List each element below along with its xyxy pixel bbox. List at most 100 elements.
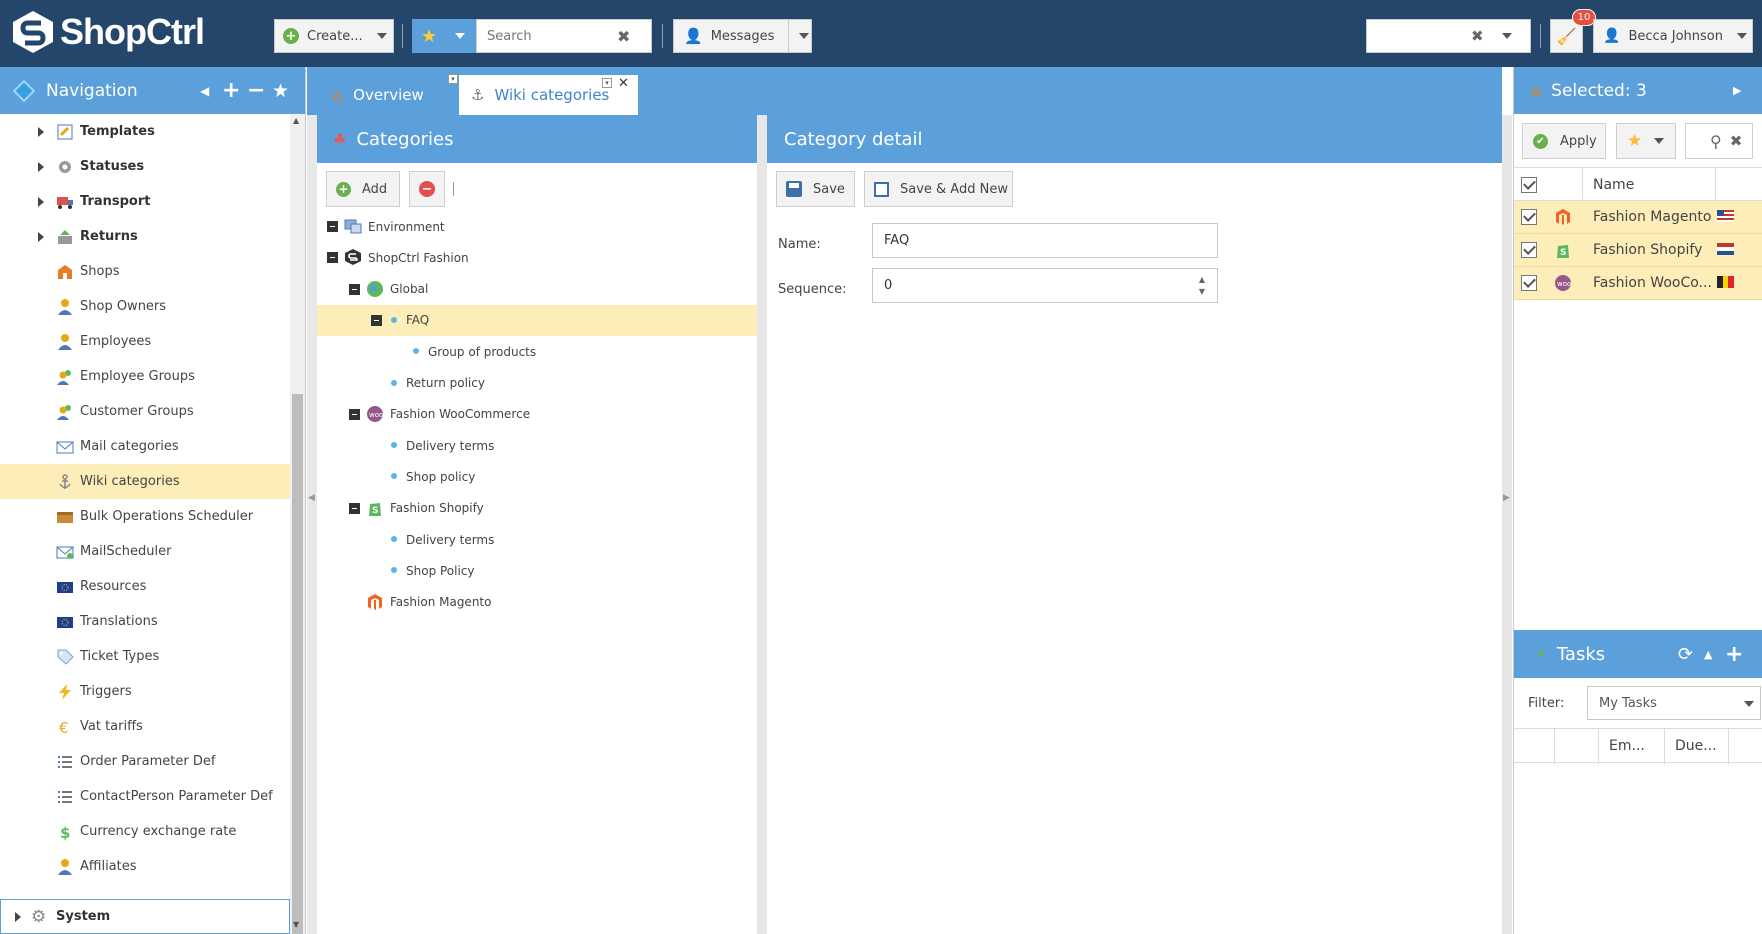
nav-item-affiliates[interactable]: Affiliates <box>0 849 290 884</box>
clear-icon[interactable]: ✖ <box>1471 27 1484 45</box>
expand-arrow-icon[interactable] <box>15 911 21 922</box>
nav-item-contactperson-parameter-def[interactable]: ContactPerson Parameter Def <box>0 779 290 814</box>
user-menu[interactable]: 👤 Becca Johnson <box>1593 19 1753 53</box>
chevron-down-icon[interactable] <box>1736 33 1747 39</box>
collapse-node-icon[interactable] <box>371 314 382 326</box>
clear-icon[interactable]: ✖ <box>617 27 630 46</box>
tree-node[interactable]: S Fashion Shopify <box>317 493 757 524</box>
nav-item-employee-groups[interactable]: Employee Groups <box>0 359 290 394</box>
tree-node[interactable]: Group of products <box>317 336 757 367</box>
column-header-name[interactable]: Name <box>1593 177 1634 193</box>
tree-node[interactable]: Global <box>317 274 757 305</box>
spin-up-icon[interactable]: ▲ <box>1199 275 1205 284</box>
expand-arrow-icon[interactable] <box>38 231 44 242</box>
nav-item-ticket-types[interactable]: Ticket Types <box>0 639 290 674</box>
search-box[interactable]: ✖ <box>476 19 652 53</box>
collapse-node-icon[interactable] <box>349 502 360 514</box>
tree-node[interactable]: Shop Policy <box>317 555 757 586</box>
save-button[interactable]: Save <box>776 171 855 207</box>
nav-item-templates[interactable]: Templates <box>0 114 290 149</box>
context-select[interactable]: ✖ <box>1366 19 1531 53</box>
add-button[interactable]: + Add <box>326 171 400 207</box>
name-field[interactable]: FAQ <box>872 223 1218 258</box>
search-input[interactable] <box>487 28 617 44</box>
scroll-down-icon[interactable]: ▼ <box>293 920 299 929</box>
nav-item-shop-owners[interactable]: Shop Owners <box>0 289 290 324</box>
center-divider[interactable] <box>757 115 767 934</box>
star-icon[interactable]: ★ <box>272 80 289 102</box>
nav-item-statuses[interactable]: Statuses <box>0 149 290 184</box>
left-collapse-bar[interactable]: ◀ <box>307 115 317 934</box>
nav-item-transport[interactable]: Transport <box>0 184 290 219</box>
chevron-down-icon[interactable] <box>1744 701 1754 707</box>
spin-down-icon[interactable]: ▼ <box>1199 287 1205 296</box>
expand-arrow-icon[interactable] <box>38 161 44 172</box>
favorites-button[interactable]: ★ <box>412 19 476 53</box>
expand-all-icon[interactable]: + <box>222 78 240 103</box>
search-icon[interactable]: ⚲ <box>1710 132 1722 151</box>
collapse-node-icon[interactable] <box>327 252 338 264</box>
row-checkbox[interactable] <box>1521 242 1537 258</box>
tree-node[interactable]: Return policy <box>317 368 757 399</box>
navigation-scrollbar[interactable]: ▲ ▼ <box>290 114 305 934</box>
row-checkbox[interactable] <box>1521 209 1537 225</box>
tab-menu-icon[interactable]: ▾ <box>448 74 458 84</box>
chevron-down-icon[interactable] <box>455 33 466 39</box>
messages-button[interactable]: 👤 Messages <box>673 19 812 53</box>
expand-right-icon[interactable]: ▶ <box>1733 84 1741 97</box>
nav-item-triggers[interactable]: Triggers <box>0 674 290 709</box>
nav-item-mail-categories[interactable]: Mail categories <box>0 429 290 464</box>
collapse-node-icon[interactable] <box>349 283 360 295</box>
chevron-down-icon[interactable] <box>376 33 387 39</box>
nav-item-translations[interactable]: Translations <box>0 604 290 639</box>
table-row[interactable]: woo Fashion WooCo... <box>1514 267 1762 300</box>
collapse-node-icon[interactable] <box>327 221 338 232</box>
tree-node[interactable]: Fashion Magento <box>317 587 757 618</box>
nav-item-resources[interactable]: Resources <box>0 569 290 604</box>
scroll-up-icon[interactable]: ▲ <box>293 116 299 125</box>
collapse-all-icon[interactable]: − <box>247 78 265 103</box>
tree-node[interactable]: ShopCtrl Fashion <box>317 242 757 273</box>
nav-item-customer-groups[interactable]: Customer Groups <box>0 394 290 429</box>
nav-item-returns[interactable]: Returns <box>0 219 290 254</box>
expand-arrow-icon[interactable] <box>38 196 44 207</box>
chevron-down-icon[interactable] <box>1501 33 1512 39</box>
tree-node[interactable]: Environment <box>317 211 757 242</box>
tab-overview[interactable]: ⌂ Overview ▾ <box>317 74 465 115</box>
tree-node[interactable]: Delivery terms <box>317 524 757 555</box>
favorites-dropdown[interactable]: ★ <box>1616 123 1676 159</box>
nav-item-system[interactable]: ⚙ System <box>0 899 290 934</box>
collapse-left-icon[interactable]: ◀ <box>308 493 315 503</box>
collapse-left-icon[interactable]: ◀ <box>200 84 209 98</box>
nav-item-employees[interactable]: Employees <box>0 324 290 359</box>
select-all-checkbox[interactable] <box>1521 177 1537 193</box>
nav-item-order-parameter-def[interactable]: Order Parameter Def <box>0 744 290 779</box>
column-header-due[interactable]: Due... <box>1675 738 1717 754</box>
table-row[interactable]: S Fashion Shopify <box>1514 234 1762 267</box>
nav-item-currency-exchange-rate[interactable]: $ Currency exchange rate <box>0 814 290 849</box>
save-add-new-button[interactable]: Save & Add New <box>864 171 1013 207</box>
collapse-right-icon[interactable]: ▶ <box>1503 493 1510 503</box>
expand-arrow-icon[interactable] <box>38 126 44 137</box>
row-checkbox[interactable] <box>1521 275 1537 291</box>
create-menu[interactable]: + Create... <box>274 19 394 53</box>
app-logo[interactable]: ShopCtrl <box>10 9 205 55</box>
nav-item-shops[interactable]: Shops <box>0 254 290 289</box>
tab-wiki-categories[interactable]: ⚓ Wiki categories ▾ ✕ <box>459 75 638 115</box>
nav-item-vat-tariffs[interactable]: € Vat tariffs <box>0 709 290 744</box>
close-icon[interactable]: ✕ <box>618 76 629 91</box>
tree-node[interactable]: FAQ <box>317 304 757 336</box>
right-collapse-bar[interactable]: ▶ <box>1502 115 1512 934</box>
tree-node[interactable]: Delivery terms <box>317 430 757 461</box>
tab-menu-icon[interactable]: ▾ <box>602 78 612 88</box>
nav-item-wiki-categories[interactable]: Wiki categories <box>0 464 290 499</box>
column-header-em[interactable]: Em... <box>1609 738 1645 754</box>
task-filter-select[interactable]: My Tasks <box>1587 686 1761 720</box>
sequence-stepper[interactable]: 0 ▲ ▼ <box>872 268 1218 303</box>
apply-button[interactable]: ✔ Apply <box>1522 123 1606 159</box>
collapse-up-icon[interactable]: ▲ <box>1704 648 1712 661</box>
clear-icon[interactable]: ✖ <box>1730 132 1743 150</box>
chevron-down-icon[interactable] <box>799 33 810 39</box>
scroll-thumb[interactable] <box>292 394 303 934</box>
tree-node[interactable]: Shop policy <box>317 461 757 492</box>
